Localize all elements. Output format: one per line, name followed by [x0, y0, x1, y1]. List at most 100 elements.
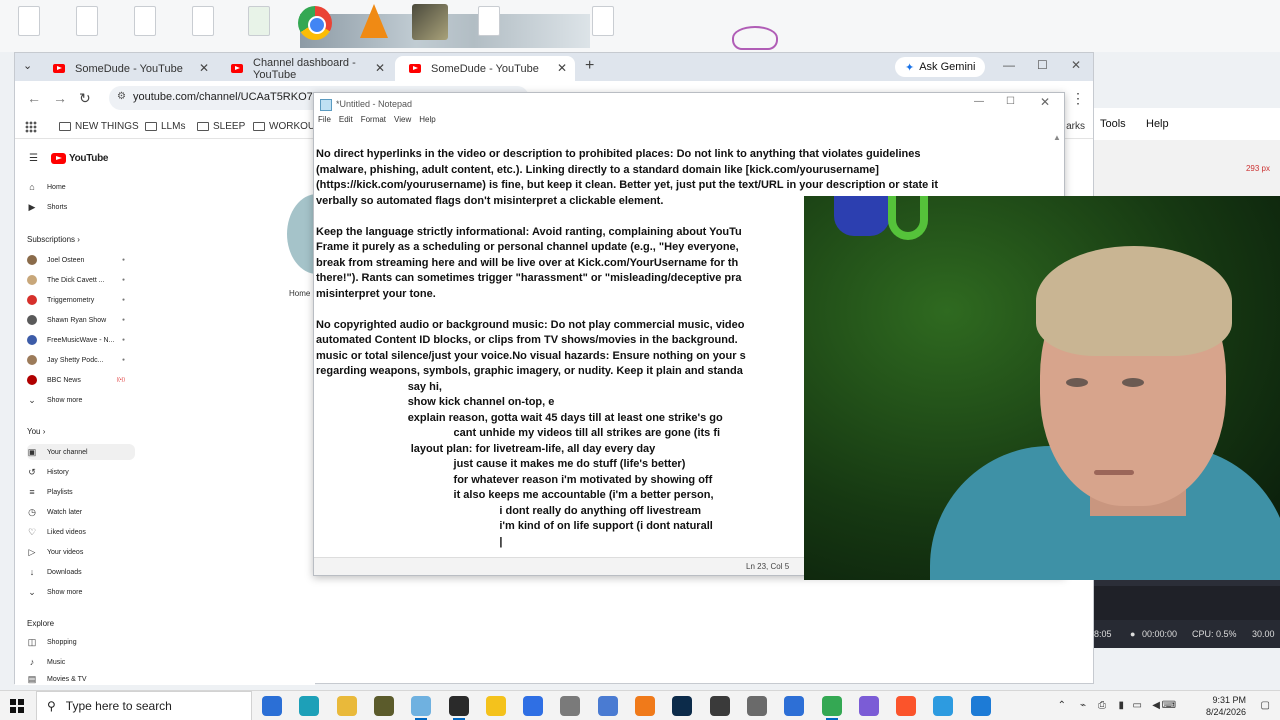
network-icon[interactable]: ▭ [1133, 700, 1142, 711]
sidebar-sub-joel-osteen[interactable]: Joel Osteen ● [27, 252, 135, 268]
channel-tab-home[interactable]: Home [289, 289, 310, 298]
vlc-icon[interactable] [360, 4, 388, 38]
sidebar-sub-shawn-ryan[interactable]: Shawn Ryan Show ● [27, 312, 135, 328]
menu-format[interactable]: Format [361, 115, 386, 131]
close-window-button[interactable]: ✕ [1071, 58, 1081, 72]
apps-grid-icon[interactable] [25, 121, 37, 133]
tab-somedude-1[interactable]: SomeDude - YouTube ✕ [39, 56, 217, 81]
network-icon[interactable] [597, 696, 618, 716]
obs-menu-tools[interactable]: Tools [1100, 118, 1126, 130]
sidebar-sub-jay-shetty[interactable]: Jay Shetty Podc... ● [27, 352, 135, 368]
notepad-minimize-button[interactable]: — [974, 96, 984, 107]
close-tab-icon[interactable]: ✕ [375, 61, 385, 75]
desktop-file-icon[interactable] [592, 6, 614, 36]
file-explorer-icon[interactable] [336, 696, 357, 716]
sidebar-item-your-channel[interactable]: ▣ Your channel [27, 444, 135, 460]
close-tab-icon[interactable]: ✕ [199, 61, 209, 75]
sidebar-item-watch-later[interactable]: ◷ Watch later [27, 504, 135, 520]
menu-view[interactable]: View [394, 115, 411, 131]
scroll-up-icon[interactable]: ▲ [1053, 133, 1061, 142]
obs-icon[interactable] [448, 696, 469, 720]
taskbar-search-box[interactable]: ⚲ Type here to search [36, 691, 252, 720]
all-bookmarks-label[interactable]: arks [1066, 121, 1085, 132]
youtube-logo[interactable]: YouTube [51, 153, 109, 164]
sidebar-sub-bbc-news[interactable]: BBC News ((•)) [27, 372, 135, 388]
new-tab-button[interactable]: + [585, 57, 594, 75]
window-icon[interactable] [784, 696, 805, 716]
menu-file[interactable]: File [318, 115, 331, 131]
gear-app-icon[interactable] [373, 696, 394, 716]
usb-icon[interactable]: ⌁ [1080, 700, 1086, 711]
tab-channel-dashboard[interactable]: Channel dashboard - YouTube ✕ [217, 56, 393, 81]
menu-edit[interactable]: Edit [339, 115, 353, 131]
you-heading[interactable]: You › [27, 427, 45, 436]
desktop-file-icon[interactable] [478, 6, 500, 36]
browser-menu-icon[interactable]: ⋮ [1071, 90, 1085, 107]
back-icon[interactable]: ← [27, 90, 41, 106]
sidebar-item-history[interactable]: ↺ History [27, 464, 135, 480]
sidebar-item-downloads[interactable]: ↓ Downloads [27, 564, 135, 580]
bulb-icon[interactable] [485, 696, 506, 716]
vpn-icon[interactable] [858, 696, 879, 716]
volume-icon[interactable]: ◀ [1152, 700, 1160, 711]
sidebar-subs-show-more[interactable]: ⌄ Show more [27, 392, 135, 408]
sidebar-you-show-more[interactable]: ⌄ Show more [27, 584, 135, 600]
sidebar-item-home[interactable]: ⌂ Home [27, 179, 135, 195]
sync-icon[interactable] [933, 696, 954, 716]
maximize-button[interactable]: ☐ [1037, 58, 1048, 72]
chevron-up-icon[interactable]: ⌃ [1058, 700, 1066, 711]
game-icon[interactable] [412, 4, 448, 40]
firefox-icon[interactable] [635, 696, 655, 716]
tab-somedude-2[interactable]: SomeDude - YouTube ✕ [395, 56, 575, 81]
desktop-file-icon[interactable] [18, 6, 40, 36]
notepad-icon[interactable] [411, 696, 432, 720]
docs-icon[interactable] [523, 696, 544, 716]
calculator-icon[interactable] [262, 696, 282, 716]
notepad-maximize-button[interactable]: ☐ [1006, 96, 1015, 107]
puzzle-icon[interactable] [560, 696, 581, 716]
clock[interactable]: 9:31 PM 8/24/2026 [1206, 694, 1246, 718]
sidebar-sub-dick-cavett[interactable]: The Dick Cavett ... ● [27, 272, 135, 288]
sidebar-item-shorts[interactable]: ▶ Shorts [27, 199, 135, 215]
tab-search-icon[interactable]: ⌄ [23, 59, 32, 72]
bookmark-workout[interactable]: WORKOUT [253, 121, 321, 132]
edge-icon[interactable] [299, 696, 320, 716]
sidebar-item-your-videos[interactable]: ▷ Your videos [27, 544, 135, 560]
ask-gemini-button[interactable]: ✦ Ask Gemini [895, 57, 986, 77]
reload-icon[interactable]: ↻ [79, 90, 91, 107]
minimize-button[interactable]: — [1003, 58, 1015, 72]
davinci-icon[interactable] [709, 696, 730, 716]
windows-start-icon[interactable] [10, 699, 24, 713]
notification-icon[interactable]: ▢ [1261, 700, 1270, 711]
messenger-icon[interactable] [746, 696, 767, 716]
power-icon[interactable]: ▮ [1118, 700, 1124, 711]
menu-help[interactable]: Help [419, 115, 435, 131]
sidebar-item-shopping[interactable]: ◫ Shopping [27, 634, 135, 650]
printer-icon[interactable]: ⎙ [1098, 700, 1106, 711]
site-info-icon[interactable]: ⚙ [117, 91, 126, 102]
subscriptions-heading[interactable]: Subscriptions › [27, 235, 80, 244]
keyboard-icon[interactable]: ⌨ [1162, 700, 1176, 711]
obs-menu-help[interactable]: Help [1146, 118, 1169, 130]
desktop-file-icon[interactable] [76, 6, 98, 36]
notepad-close-button[interactable]: ✕ [1040, 95, 1050, 109]
sidebar-item-playlists[interactable]: ≡ Playlists [27, 484, 135, 500]
bookmark-new-things[interactable]: NEW THINGS [59, 121, 139, 132]
close-tab-icon[interactable]: ✕ [557, 61, 567, 75]
paint-icon[interactable] [970, 696, 991, 716]
sidebar-sub-triggernometry[interactable]: Triggernometry ● [27, 292, 135, 308]
bookmark-sleep[interactable]: SLEEP [197, 121, 245, 132]
desktop-file-icon[interactable] [134, 6, 156, 36]
desktop-spreadsheet-icon[interactable] [248, 6, 270, 36]
sidebar-item-music[interactable]: ♪ Music [27, 654, 135, 670]
chrome-icon[interactable] [821, 696, 842, 720]
sidebar-item-movies-tv[interactable]: ▤ Movies & TV [27, 674, 135, 684]
bookmark-llms[interactable]: LLMs [145, 121, 185, 132]
hamburger-menu-icon[interactable]: ☰ [29, 153, 38, 164]
brave-icon[interactable] [896, 696, 917, 716]
desktop-file-icon[interactable] [192, 6, 214, 36]
sidebar-sub-freemusicwave[interactable]: FreeMusicWave - N... ● [27, 332, 135, 348]
photoshop-icon[interactable] [672, 696, 693, 716]
forward-icon[interactable]: → [53, 90, 67, 106]
chrome-icon[interactable] [298, 6, 332, 40]
